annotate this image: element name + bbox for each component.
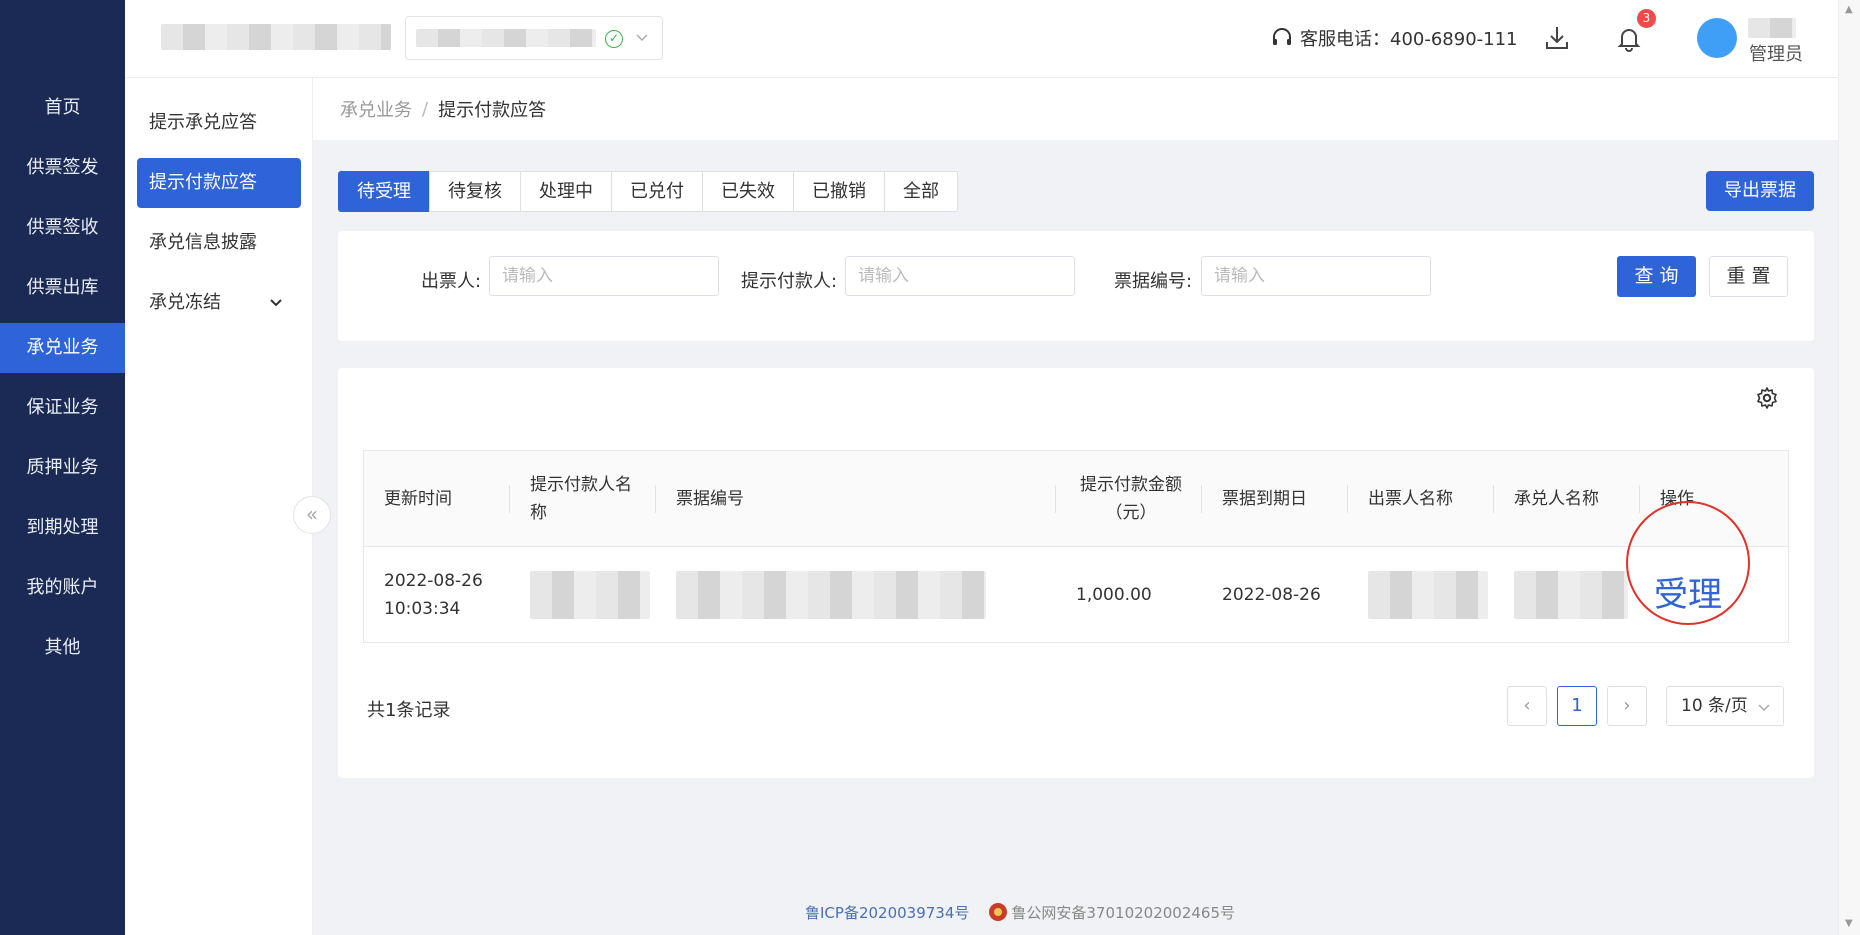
tab-processing[interactable]: 处理中 <box>520 171 612 212</box>
chevron-down-icon <box>636 34 648 42</box>
collapse-sidebar-button[interactable]: « <box>293 496 331 534</box>
next-page-button[interactable]: › <box>1607 686 1647 726</box>
nav-item-other[interactable]: 其他 <box>0 623 125 673</box>
nav-item-maturity[interactable]: 到期处理 <box>0 503 125 553</box>
cell-due-date: 2022-08-26 <box>1222 584 1321 605</box>
verified-check-icon: ✓ <box>605 30 623 48</box>
acceptor-name-redacted <box>1514 570 1628 619</box>
payee-label: 提示付款人: <box>741 271 838 292</box>
col-drawer-name: 出票人名称 <box>1348 451 1494 546</box>
export-bills-button[interactable]: 导出票据 <box>1706 171 1814 211</box>
gear-icon[interactable] <box>1755 386 1779 410</box>
highlight-circle <box>1626 501 1750 625</box>
tab-pending[interactable]: 待受理 <box>338 171 430 212</box>
sub-item-payment-response[interactable]: 提示付款应答 <box>137 158 301 208</box>
page-size-value: 10 条/页 <box>1681 696 1748 716</box>
sub-item-disclosure[interactable]: 承兑信息披露 <box>137 218 301 268</box>
top-header: ✓ 客服电话：400-6890-111 3 管理员 <box>125 0 1860 78</box>
cell-acceptor-name <box>1494 547 1640 642</box>
col-bill-no: 票据编号 <box>656 451 1056 546</box>
bill-no-redacted <box>676 570 986 619</box>
police-record[interactable]: 鲁公网安备37010202002465号 <box>989 902 1235 923</box>
tab-paid[interactable]: 已兑付 <box>611 171 703 212</box>
chevron-down-icon <box>1758 704 1770 712</box>
hotline-text: 客服电话：400-6890-111 <box>1300 29 1518 50</box>
drawer-input[interactable] <box>489 256 719 296</box>
query-button[interactable]: 查 询 <box>1617 256 1696 297</box>
avatar[interactable] <box>1697 18 1737 58</box>
col-updated-time: 更新时间 <box>364 451 510 546</box>
page-scrollbar[interactable]: ▲ ▼ <box>1838 0 1860 935</box>
prev-page-button[interactable]: ‹ <box>1507 686 1547 726</box>
bills-table: 更新时间 提示付款人名称 票据编号 提示付款金额（元） 票据到期日 出票人名称 … <box>363 450 1789 643</box>
nav-item-guarantee[interactable]: 保证业务 <box>0 383 125 433</box>
police-record-text: 鲁公网安备37010202002465号 <box>1011 904 1235 922</box>
scroll-up-icon[interactable]: ▲ <box>1845 4 1855 15</box>
tab-revoked[interactable]: 已撤销 <box>793 171 885 212</box>
results-panel: 更新时间 提示付款人名称 票据编号 提示付款金额（元） 票据到期日 出票人名称 … <box>338 368 1814 778</box>
sub-item-accept-response[interactable]: 提示承兑应答 <box>137 98 301 148</box>
tab-review[interactable]: 待复核 <box>429 171 521 212</box>
page-size-select[interactable]: 10 条/页 <box>1666 686 1784 726</box>
cell-payee-name <box>510 547 656 642</box>
sub-item-freeze-label: 承兑冻结 <box>149 292 221 313</box>
cell-drawer-name <box>1348 547 1494 642</box>
chevron-down-icon <box>270 299 282 307</box>
nav-item-account[interactable]: 我的账户 <box>0 563 125 613</box>
nav-item-outbound[interactable]: 供票出库 <box>0 263 125 313</box>
police-badge-icon <box>989 903 1008 921</box>
table-row: 2022-08-26 10:03:34 1,000.00 2022-08-26 … <box>364 547 1788 642</box>
nav-item-pledge[interactable]: 质押业务 <box>0 443 125 493</box>
drawer-label: 出票人: <box>421 271 482 292</box>
total-records: 共1条记录 <box>367 700 451 721</box>
sub-item-freeze[interactable]: 承兑冻结 <box>137 278 301 328</box>
nav-item-acceptance[interactable]: 承兑业务 <box>0 323 125 373</box>
support-hotline: 客服电话：400-6890-111 <box>1270 24 1518 52</box>
main-sidebar: 首页 供票签发 供票签收 供票出库 承兑业务 保证业务 质押业务 到期处理 我的… <box>0 0 125 935</box>
reset-button[interactable]: 重 置 <box>1709 256 1788 297</box>
user-role: 管理员 <box>1749 44 1803 65</box>
tab-expired[interactable]: 已失效 <box>702 171 794 212</box>
footer: 鲁ICP备2020039734号 鲁公网安备37010202002465号 <box>0 902 1860 923</box>
col-due-date: 票据到期日 <box>1202 451 1348 546</box>
col-acceptor-name: 承兑人名称 <box>1494 451 1640 546</box>
drawer-name-redacted <box>1368 570 1488 619</box>
col-payee-name: 提示付款人名称 <box>510 451 656 546</box>
scroll-down-icon[interactable]: ▼ <box>1845 918 1855 929</box>
payee-name-redacted <box>530 570 650 619</box>
nav-item-receive[interactable]: 供票签收 <box>0 203 125 253</box>
nav-item-home[interactable]: 首页 <box>0 83 125 133</box>
notification-badge: 3 <box>1637 9 1656 28</box>
filter-panel: 出票人: 提示付款人: 票据编号: 查 询 重 置 <box>338 231 1814 341</box>
bell-icon[interactable] <box>1613 22 1645 54</box>
page-1-button[interactable]: 1 <box>1557 686 1597 726</box>
cell-amount: 1,000.00 <box>1076 584 1152 605</box>
nav-item-issue[interactable]: 供票签发 <box>0 143 125 193</box>
breadcrumb-separator: / <box>422 98 429 120</box>
sub-sidebar: 提示承兑应答 提示付款应答 承兑信息披露 承兑冻结 <box>125 78 313 935</box>
col-amount: 提示付款金额（元） <box>1056 451 1202 546</box>
org-name-redacted <box>416 29 596 47</box>
tab-all[interactable]: 全部 <box>884 171 958 212</box>
org-selector[interactable]: ✓ <box>405 16 663 60</box>
download-icon[interactable] <box>1541 22 1573 54</box>
company-logo-redacted <box>161 24 391 50</box>
breadcrumb-current: 提示付款应答 <box>438 100 547 121</box>
payee-input[interactable] <box>845 256 1075 296</box>
icp-link[interactable]: 鲁ICP备2020039734号 <box>805 902 969 923</box>
username-redacted <box>1748 18 1796 38</box>
breadcrumb: 承兑业务 / 提示付款应答 <box>313 78 1838 140</box>
headset-icon <box>1273 28 1291 45</box>
cell-bill-no <box>656 547 1056 642</box>
bill-no-input[interactable] <box>1201 256 1431 296</box>
table-header: 更新时间 提示付款人名称 票据编号 提示付款金额（元） 票据到期日 出票人名称 … <box>364 451 1788 547</box>
cell-updated-time: 2022-08-26 10:03:34 <box>384 570 483 619</box>
bill-no-label: 票据编号: <box>1114 271 1193 292</box>
status-tabs: 待受理 待复核 处理中 已兑付 已失效 已撤销 全部 <box>338 171 958 212</box>
breadcrumb-parent[interactable]: 承兑业务 <box>340 96 412 122</box>
